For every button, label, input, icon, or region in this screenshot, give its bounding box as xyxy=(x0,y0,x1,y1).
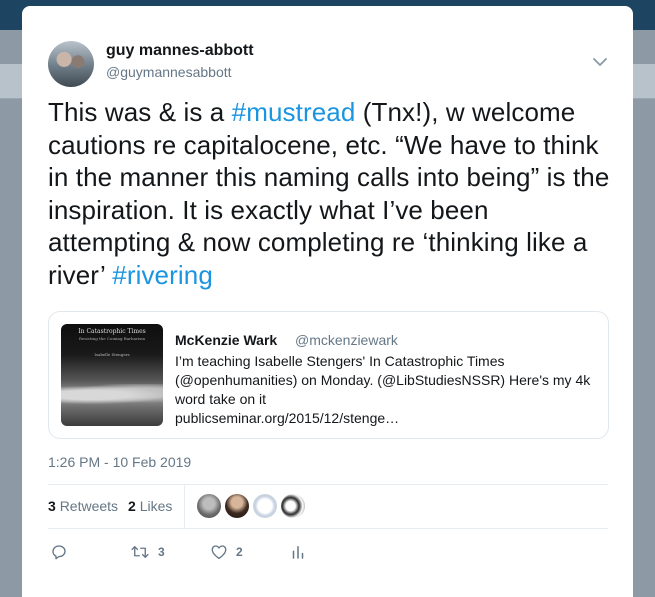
retweets-stat[interactable]: 3 Retweets xyxy=(48,498,118,514)
reply-button[interactable] xyxy=(50,542,76,562)
retweet-count: 3 xyxy=(158,545,165,559)
quoted-author-name: McKenzie Wark xyxy=(175,332,278,348)
liker-avatar[interactable] xyxy=(225,494,249,518)
like-button[interactable]: 2 xyxy=(210,542,243,562)
liker-avatar[interactable] xyxy=(253,494,277,518)
quoted-author-handle: @mckenziewark xyxy=(295,332,398,348)
retweet-icon xyxy=(131,546,149,558)
background-divider-left xyxy=(0,98,22,99)
background-peek-right xyxy=(633,64,655,98)
quoted-tweet[interactable]: In Catastrophic Times Resisting the Comi… xyxy=(48,311,609,439)
tweet-text: This was & is a #mustread (Tnx!), w welc… xyxy=(48,96,618,291)
hashtag-link[interactable]: #rivering xyxy=(112,260,213,290)
chevron-down-icon xyxy=(593,58,607,66)
quoted-text-line: (@openhumanities) on Monday. (@LibStudie… xyxy=(175,372,591,388)
divider xyxy=(48,484,608,485)
book-cover-author: Isabelle Stengers xyxy=(94,352,130,357)
author-handle[interactable]: @guymannesabbott xyxy=(106,64,232,80)
analytics-button[interactable] xyxy=(290,542,306,562)
more-options-button[interactable] xyxy=(588,50,612,74)
liker-avatar[interactable] xyxy=(197,494,221,518)
likes-stat[interactable]: 2 Likes xyxy=(128,498,172,514)
quoted-text-line: I’m teaching Isabelle Stengers' In Catas… xyxy=(175,353,505,369)
retweets-count: 3 xyxy=(48,498,56,514)
tweet-timestamp[interactable]: 1:26 PM - 10 Feb 2019 xyxy=(48,454,191,470)
retweet-button[interactable]: 3 xyxy=(130,542,165,562)
background-divider-right xyxy=(633,98,655,99)
book-cover-wave xyxy=(61,384,163,406)
background-peek-left xyxy=(0,64,22,98)
stats-separator xyxy=(184,485,185,528)
like-count: 2 xyxy=(236,545,243,559)
heart-icon xyxy=(211,545,227,560)
analytics-icon xyxy=(292,546,304,559)
tweet-text-segment: This was & is a xyxy=(48,97,232,127)
avatar[interactable] xyxy=(48,41,94,87)
book-cover-subtitle: Resisting the Coming Barbarism xyxy=(78,336,146,341)
divider xyxy=(48,528,608,529)
likes-label: Likes xyxy=(139,498,173,514)
author-name[interactable]: guy mannes-abbott xyxy=(106,42,254,60)
quoted-tweet-image: In Catastrophic Times Resisting the Comi… xyxy=(61,324,163,426)
hashtag-link[interactable]: #mustread xyxy=(232,97,356,127)
tweet-modal: guy mannes-abbott @guymannesabbott This … xyxy=(22,6,633,597)
quoted-link[interactable]: publicseminar.org/2015/12/stenge… xyxy=(175,409,595,428)
retweets-label: Retweets xyxy=(59,498,119,514)
quoted-text-line: word take on it xyxy=(175,391,267,407)
likes-count: 2 xyxy=(128,498,136,514)
reply-icon xyxy=(52,545,66,560)
book-cover-title: In Catastrophic Times xyxy=(78,328,146,335)
liker-avatar[interactable] xyxy=(281,494,305,518)
quoted-tweet-text: I’m teaching Isabelle Stengers' In Catas… xyxy=(175,352,595,428)
